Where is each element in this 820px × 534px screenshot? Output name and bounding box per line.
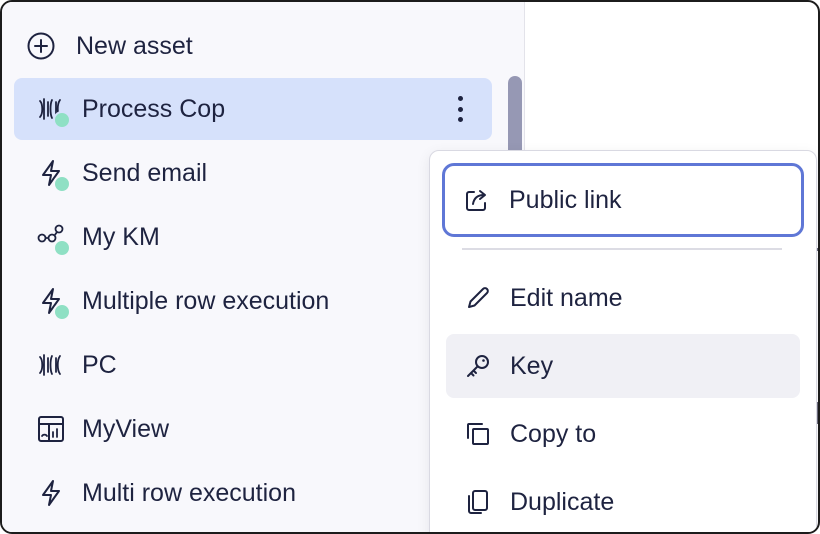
sidebar-item-label: Multi row execution (82, 478, 296, 507)
sidebar-item-label: My KM (82, 222, 160, 251)
status-dot (53, 175, 71, 193)
sidebar-item-multiple-row-execution[interactable]: Multiple row execution (14, 270, 492, 332)
sidebar-item-my-km[interactable]: My KM (14, 206, 492, 268)
menu-item-label: Public link (509, 185, 622, 214)
more-options-icon[interactable] (450, 96, 470, 122)
app-window: New asset Process Cop Send email My KM M… (0, 0, 820, 534)
copy-icon (467, 423, 489, 445)
context-menu: Public link Edit name Key Copy to Duplic… (429, 150, 817, 532)
sidebar-item-label: Send email (82, 158, 208, 187)
menu-item-public-link[interactable]: Public link (442, 163, 804, 237)
status-dot (53, 303, 71, 321)
view-icon (34, 412, 68, 446)
new-asset-button[interactable]: New asset (26, 26, 193, 66)
key-icon (467, 355, 489, 377)
duplicate-icon (468, 490, 488, 514)
menu-item-duplicate[interactable]: Duplicate (446, 470, 800, 532)
status-dot (53, 239, 71, 257)
sidebar-item-myview[interactable]: MyView (14, 398, 492, 460)
process-icon (34, 92, 71, 129)
pencil-icon (468, 287, 489, 308)
menu-item-edit-name[interactable]: Edit name (446, 266, 800, 330)
knowledge-map-icon (34, 220, 71, 257)
plus-circle-icon (27, 32, 55, 60)
sidebar-item-send-email[interactable]: Send email (14, 142, 492, 204)
new-asset-label: New asset (76, 31, 193, 60)
lightning-icon (34, 476, 68, 510)
sidebar-item-label: PC (82, 350, 117, 379)
lightning-icon (34, 284, 71, 321)
sidebar-item-process-cop[interactable]: Process Cop (14, 78, 492, 140)
menu-item-copy-to[interactable]: Copy to (446, 402, 800, 466)
menu-item-key[interactable]: Key (446, 334, 800, 398)
sidebar-item-label: Multiple row execution (82, 286, 330, 315)
sidebar-item-multi-row-execution[interactable]: Multi row execution (14, 462, 492, 524)
sidebar-item-label: MyView (82, 414, 170, 443)
sidebar-item-pc[interactable]: PC (14, 334, 492, 396)
status-dot (53, 111, 71, 129)
share-icon (466, 190, 486, 211)
menu-item-label: Duplicate (510, 487, 615, 516)
menu-item-label: Edit name (510, 283, 623, 312)
menu-item-label: Copy to (510, 419, 597, 448)
process-icon (34, 348, 68, 382)
sidebar-item-label: Process Cop (82, 94, 226, 123)
menu-divider (462, 248, 782, 250)
menu-item-label: Key (510, 351, 554, 380)
lightning-icon (34, 156, 71, 193)
